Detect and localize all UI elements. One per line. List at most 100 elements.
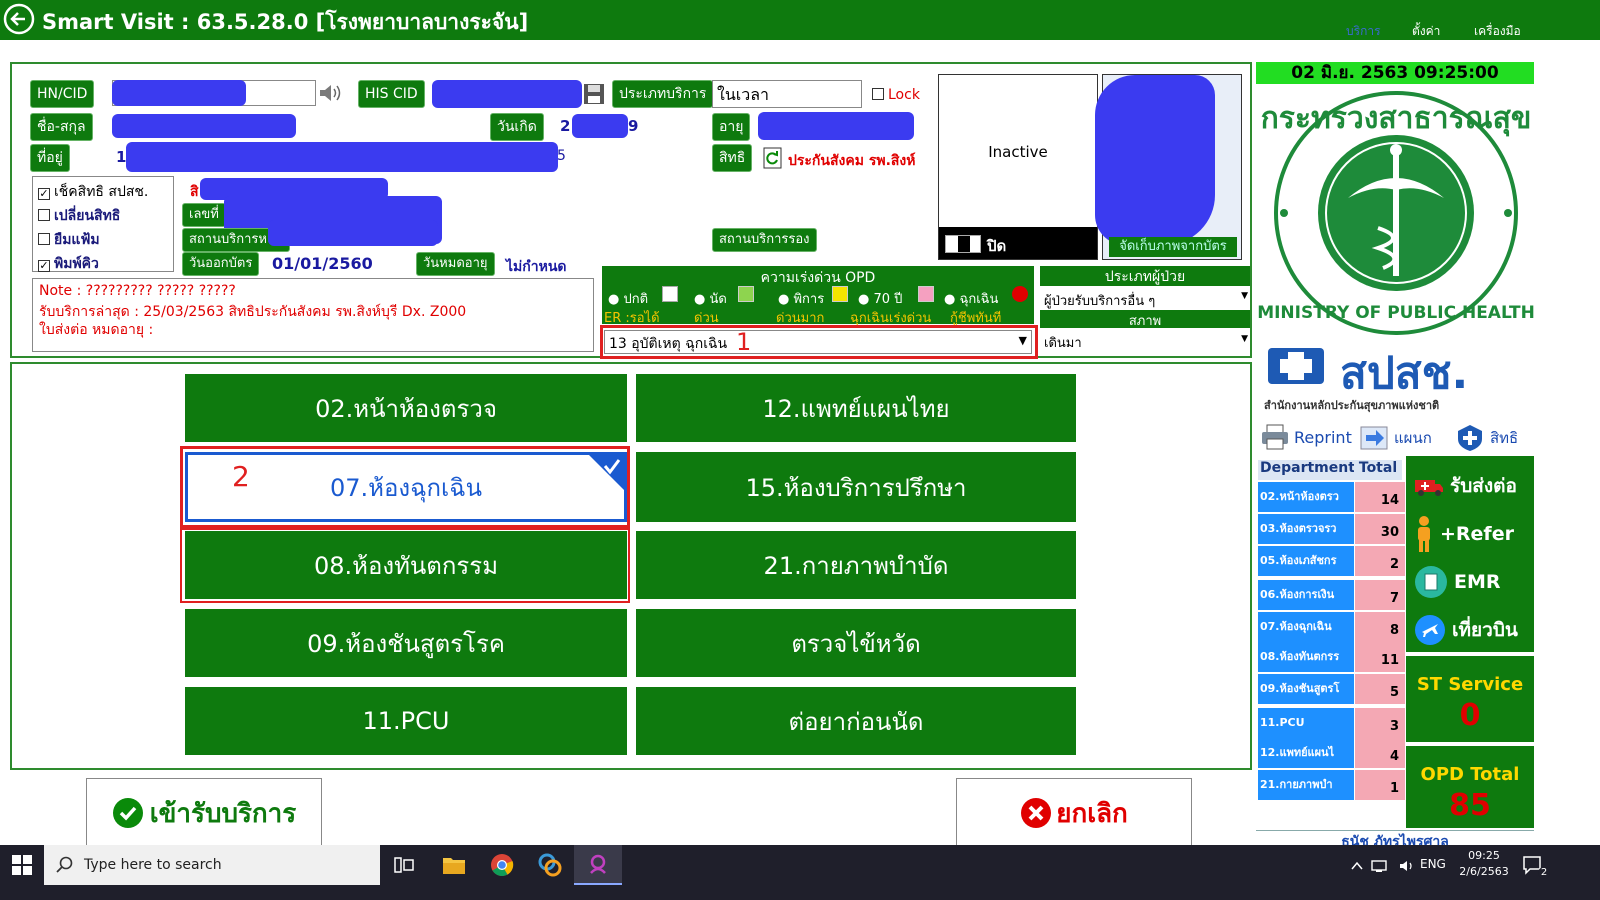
urgency-emergency[interactable]: ● ฉุกเฉิน [944, 288, 998, 309]
borrow-file-box[interactable] [38, 233, 50, 245]
address-label: ที่อยู่ [30, 144, 70, 172]
task-view-icon[interactable] [380, 845, 428, 885]
opd-total-panel: OPD Total 85 [1406, 746, 1534, 828]
status-title: สภาพ [1040, 310, 1250, 329]
birth-value: 2 [560, 117, 571, 135]
service-button-12[interactable]: 12.แพทย์แผนไทย [636, 374, 1076, 442]
menu-settings[interactable]: ตั้งค่า [1412, 22, 1440, 41]
smart-visit-taskbar-icon[interactable] [574, 845, 622, 885]
smart-visit-window: Smart Visit : 63.5.28.0 [โรงพยาบาลบางระจ… [0, 0, 1600, 900]
refresh-rights-icon[interactable] [762, 146, 784, 170]
redacted-photo [1095, 75, 1215, 245]
lock-label: Lock [888, 87, 920, 103]
dropdown-arrow-icon[interactable]: ▼ [1019, 334, 1027, 347]
print-queue-checkbox[interactable]: ✓ พิมพ์คิว [38, 253, 99, 275]
photo-toggle-bar[interactable]: ปิด [939, 227, 1097, 259]
patient-type-dropdown[interactable]: ผู้ป่วยรับบริการอื่น ๆ ▼ [1040, 288, 1250, 310]
service-type-field[interactable]: ในเวลา [712, 80, 862, 108]
dept-header: Department [1258, 460, 1355, 480]
taskbar-time[interactable]: 09:25 [1464, 849, 1504, 862]
notification-count: 2 [1538, 867, 1550, 879]
windows-start-icon[interactable] [12, 855, 32, 875]
refer-in-button[interactable]: รับส่งต่อ [1414, 468, 1534, 504]
table-row[interactable]: 08.ห้องทันตกรร 11 [1258, 642, 1406, 672]
check-rights-checkbox[interactable]: ✓ เช็คสิทธิ สปสช. [38, 181, 148, 203]
taskbar-date[interactable]: 2/6/2563 [1452, 865, 1516, 878]
urgency-normal[interactable]: ● ปกติ [608, 288, 648, 309]
service-button-pcu[interactable]: 11.PCU [185, 687, 627, 755]
rights-button[interactable]: สิทธิ [1456, 424, 1518, 452]
save-icon[interactable] [582, 82, 606, 106]
cancel-x-icon [1021, 798, 1052, 828]
toggle-thumb [958, 236, 970, 252]
service-button-09[interactable]: 09.ห้องชันสูตรโรค [185, 609, 627, 677]
service-label-09: 09.ห้องชันสูตรโรค [307, 629, 505, 658]
change-rights-checkbox[interactable]: เปลี่ยนสิทธิ [38, 205, 120, 227]
card-photo: จัดเก็บภาพจากบัตร [1095, 74, 1242, 260]
toggle-switch[interactable] [945, 235, 981, 253]
refer-out-button[interactable]: +Refer [1414, 516, 1534, 552]
urgency-appointment[interactable]: ● นัด [694, 288, 727, 309]
back-arrow-icon[interactable] [3, 3, 35, 35]
table-row[interactable]: 02.หน้าห้องตรว 14 [1258, 482, 1406, 512]
change-rights-box[interactable] [38, 209, 50, 221]
table-row[interactable]: 06.ห้องการเงิน 7 [1258, 580, 1406, 610]
language-indicator[interactable]: ENG [1420, 857, 1446, 871]
table-row[interactable]: 12.แพทย์แผนไ 4 [1258, 738, 1406, 768]
chrome-icon[interactable] [478, 845, 526, 885]
taskbar-search[interactable]: Type here to search [44, 845, 380, 885]
store-photo-button[interactable]: จัดเก็บภาพจากบัตร [1109, 237, 1237, 257]
lock-checkbox[interactable]: Lock [872, 87, 920, 103]
check-rights-box[interactable]: ✓ [38, 188, 50, 200]
table-row[interactable]: 21.กายภาพบำ 1 [1258, 770, 1406, 800]
service-button-refill[interactable]: ต่อยาก่อนนัด [636, 687, 1076, 755]
patient-type-arrow-icon[interactable]: ▼ [1241, 291, 1248, 301]
search-placeholder: Type here to search [84, 857, 222, 873]
rights-initial: สิ [190, 184, 199, 200]
lock-check-box[interactable] [872, 88, 884, 100]
cancel-button[interactable]: ยกเลิก [956, 778, 1192, 848]
dept-name: 03.ห้องตรวจรว [1258, 514, 1354, 544]
airplane-icon [1415, 615, 1445, 645]
arrow-right-icon [1360, 426, 1388, 450]
service-button-flu[interactable]: ตรวจไข้หวัด [636, 609, 1076, 677]
menu-service[interactable]: บริการ [1346, 22, 1381, 41]
service-button-07[interactable]: 07.ห้องฉุกเฉิน [185, 452, 627, 522]
file-explorer-icon[interactable] [430, 845, 478, 885]
service-button-21[interactable]: 21.กายภาพบำบัด [636, 531, 1076, 599]
service-button-08[interactable]: 08.ห้องทันตกรรม [185, 531, 627, 599]
normal-color-swatch [662, 286, 678, 302]
table-row[interactable]: 03.ห้องตรวจรว 30 [1258, 514, 1406, 544]
speaker-icon[interactable] [318, 82, 344, 104]
service-label-12: 12.แพทย์แผนไทย [762, 394, 950, 423]
menu-tools[interactable]: เครื่องมือ [1474, 22, 1521, 41]
table-row[interactable]: 09.ห้องชันสูตรโ 5 [1258, 674, 1406, 704]
appointment-color-swatch [738, 286, 754, 302]
patient-type-value: ผู้ป่วยรับบริการอื่น ๆ [1044, 294, 1156, 309]
service-label-02: 02.หน้าห้องตรวจ [315, 394, 497, 423]
print-queue-box[interactable]: ✓ [38, 260, 50, 272]
table-row[interactable]: 11.PCU 3 [1258, 708, 1406, 738]
dept-name: 06.ห้องการเงิน [1258, 580, 1354, 610]
urgency-dropdown[interactable]: 13 อุบัติเหตุ ฉุกเฉิน ▼ [604, 330, 1032, 354]
reprint-button[interactable]: Reprint [1260, 424, 1352, 450]
photo-status: Inactive [988, 143, 1048, 161]
service-button-02[interactable]: 02.หน้าห้องตรวจ [185, 374, 627, 442]
status-dropdown[interactable]: เดินมา ▼ [1040, 330, 1250, 354]
plan-button[interactable]: แผนก [1360, 426, 1432, 450]
status-arrow-icon[interactable]: ▼ [1241, 334, 1248, 344]
color-app-icon[interactable] [526, 845, 574, 885]
urgency-elderly[interactable]: ● 70 ปี [858, 288, 902, 309]
service-button-15[interactable]: 15.ห้องบริการปรึกษา [636, 452, 1076, 522]
travel-button[interactable]: เที่ยวบิน [1414, 612, 1534, 648]
cancel-label: ยกเลิก [1056, 798, 1128, 829]
table-row[interactable]: 05.ห้องเภสัชกร 2 [1258, 546, 1406, 576]
accept-button[interactable]: เข้ารับบริการ [86, 778, 322, 848]
urgency-disabled[interactable]: ● พิการ [778, 288, 824, 309]
plan-label: แผนก [1394, 429, 1432, 447]
table-row[interactable]: 07.ห้องฉุกเฉิน 8 [1258, 612, 1406, 642]
emr-button[interactable]: EMR [1414, 564, 1534, 600]
system-tray-icons[interactable] [1350, 859, 1430, 873]
borrow-file-checkbox[interactable]: ยืมแฟ้ม [38, 229, 100, 251]
card-number-label: เลขที่ [182, 203, 226, 227]
